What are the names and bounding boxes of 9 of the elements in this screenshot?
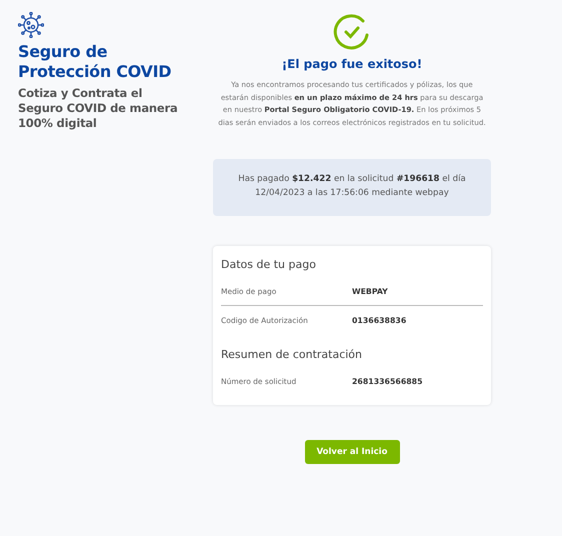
brand-title: Seguro de Protección COVID (18, 42, 172, 82)
virus-icon (18, 12, 44, 38)
success-check-icon (333, 13, 371, 51)
back-home-button[interactable]: Volver al Inicio (304, 440, 400, 464)
section-title: Resumen de contratación (221, 347, 364, 361)
payment-summary: Has pagado $12.422 en la solicitud #196618 el día 12/04/2023 a las 17:56:06 mediante webpay (213, 159, 491, 216)
brand-subtitle: Cotiza y Contrata el Seguro COVID de manera 100% digital (18, 86, 179, 131)
section-title: Datos de tu pago (221, 258, 317, 271)
success-title: ¡El pago fue exitoso! (282, 57, 422, 71)
